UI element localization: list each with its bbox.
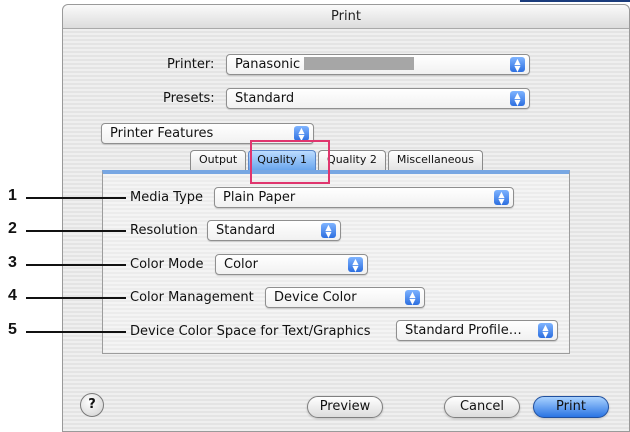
help-icon[interactable]: ? xyxy=(80,393,104,417)
color-mode-popup[interactable]: Color ▲ ▼ xyxy=(215,254,368,275)
color-mode-value: Color xyxy=(224,257,258,272)
callout-line xyxy=(26,264,126,266)
color-mode-label: Color Mode xyxy=(130,257,204,272)
resolution-label: Resolution xyxy=(130,223,198,238)
resolution-popup[interactable]: Standard ▲ ▼ xyxy=(207,220,341,241)
tab-miscellaneous[interactable]: Miscellaneous xyxy=(387,150,483,170)
background-window-edge xyxy=(520,0,630,2)
printer-value: Panasonic xyxy=(235,57,301,72)
printer-popup[interactable]: Panasonic ▲ ▼ xyxy=(226,54,530,75)
callout-line xyxy=(26,197,126,199)
updown-arrows-icon: ▲ ▼ xyxy=(510,57,525,73)
color-management-popup[interactable]: Device Color ▲ ▼ xyxy=(265,287,425,308)
updown-arrows-icon: ▲ ▼ xyxy=(494,190,509,206)
callout-number: 1 xyxy=(8,187,17,204)
window-title: Print xyxy=(63,5,629,29)
device-color-space-popup[interactable]: Standard Profile… ▲ ▼ xyxy=(396,320,558,341)
color-management-label: Color Management xyxy=(130,290,254,305)
presets-label: Presets: xyxy=(163,91,215,106)
callout-line xyxy=(26,230,126,232)
callout-number: 5 xyxy=(8,321,17,338)
color-management-value: Device Color xyxy=(274,290,357,305)
updown-arrows-icon: ▲ ▼ xyxy=(321,223,336,239)
device-color-space-label: Device Color Space for Text/Graphics xyxy=(130,324,371,339)
section-value: Printer Features xyxy=(110,126,214,141)
cancel-button[interactable]: Cancel xyxy=(444,396,520,418)
presets-value: Standard xyxy=(235,91,295,106)
updown-arrows-icon: ▲ ▼ xyxy=(538,323,553,339)
callout-line xyxy=(26,331,126,333)
updown-arrows-icon: ▲ ▼ xyxy=(348,257,363,273)
tab-output[interactable]: Output xyxy=(190,150,247,170)
resolution-value: Standard xyxy=(216,223,276,238)
callout-line xyxy=(26,297,126,299)
updown-arrows-icon: ▲ ▼ xyxy=(510,91,525,107)
media-type-popup[interactable]: Plain Paper ▲ ▼ xyxy=(214,187,514,208)
callout-number: 4 xyxy=(8,287,17,304)
print-button[interactable]: Print xyxy=(533,396,609,418)
device-color-space-value: Standard Profile… xyxy=(405,323,522,338)
media-type-label: Media Type xyxy=(130,190,204,205)
callout-number: 2 xyxy=(8,220,17,237)
preview-button[interactable]: Preview xyxy=(307,396,383,418)
media-type-value: Plain Paper xyxy=(223,190,296,205)
printer-label: Printer: xyxy=(167,57,215,72)
presets-popup[interactable]: Standard ▲ ▼ xyxy=(226,88,530,109)
callout-highlight-box xyxy=(250,140,330,184)
updown-arrows-icon: ▲ ▼ xyxy=(294,126,309,142)
redacted-bar xyxy=(304,57,415,70)
updown-arrows-icon: ▲ ▼ xyxy=(405,290,420,306)
callout-number: 3 xyxy=(8,254,17,271)
